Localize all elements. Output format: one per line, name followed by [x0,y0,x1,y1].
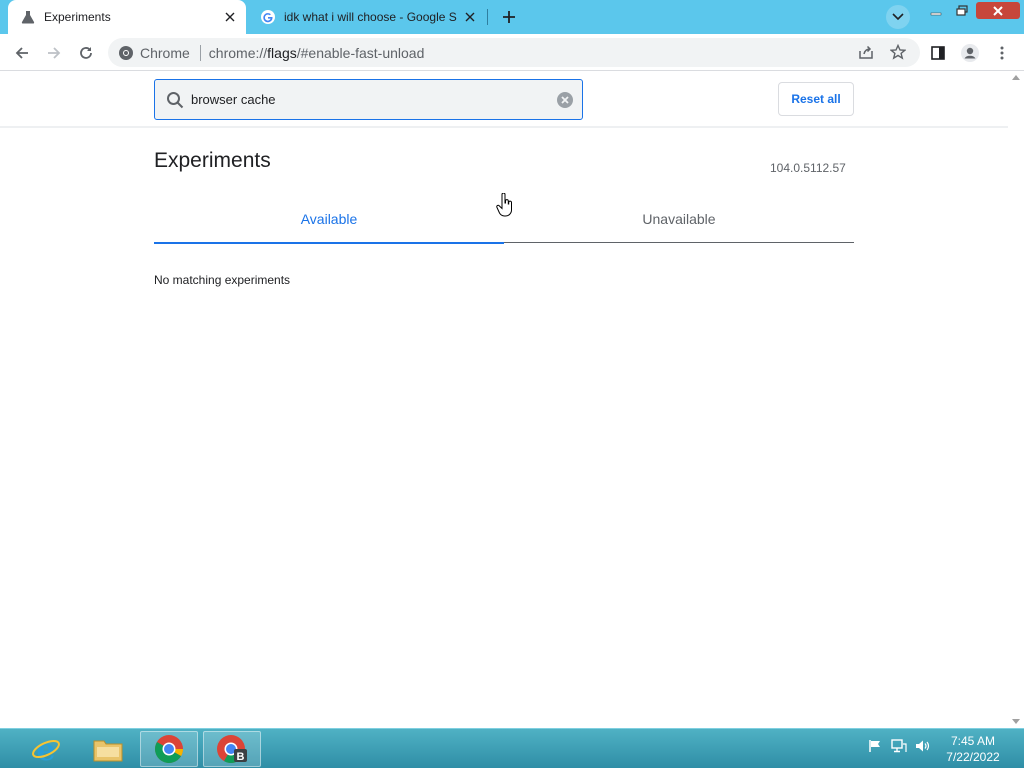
tab-label: Unavailable [642,210,716,227]
tab-title: idk what i will choose - Google S [284,10,457,24]
system-clock[interactable]: 7:45 AM 7/22/2022 [942,733,1004,765]
site-chip[interactable]: Chrome [108,45,190,61]
flags-header: Reset all [0,71,1008,128]
hand-cursor-icon [496,193,512,217]
url-text[interactable]: chrome://flags/#enable-fast-unload [209,45,425,61]
vertical-scrollbar[interactable] [1008,71,1024,728]
address-bar[interactable]: Chrome chrome://flags/#enable-fast-unloa… [108,38,920,67]
clock-date: 7/22/2022 [946,750,1000,764]
avatar-icon [961,44,979,62]
clear-search-icon[interactable] [556,91,574,109]
version-label: 104.0.5112.57 [770,161,846,175]
profile-button[interactable] [956,39,984,67]
close-window-button[interactable] [976,2,1020,19]
chrome-icon [155,735,183,763]
taskbar-chrome[interactable] [140,731,198,767]
volume-icon[interactable] [914,737,932,755]
flags-page: Reset all Experiments 104.0.5112.57 Avai… [0,71,1008,728]
tab-google-search[interactable]: idk what i will choose - Google S [252,0,486,34]
windows-taskbar: e B 7:45 AM 7/22/2022 [0,728,1024,768]
taskbar-chrome-profile[interactable]: B [203,731,261,767]
tab-label: Available [300,210,358,227]
tab-search-button[interactable] [886,5,910,29]
menu-button[interactable] [988,39,1016,67]
url-prefix: chrome:// [208,44,268,61]
google-icon [260,9,276,25]
scroll-up-arrow[interactable] [1012,75,1020,80]
flask-icon [20,9,36,25]
bookmark-button[interactable] [886,40,910,64]
close-icon [993,5,1003,16]
tab-unavailable[interactable]: Unavailable [504,195,854,242]
page-title: Experiments [154,149,271,172]
arrow-left-icon [15,47,28,59]
selected-tab-indicator [154,242,504,244]
share-button[interactable] [854,40,878,64]
star-icon [890,44,906,60]
chrome-icon [119,45,133,60]
back-button[interactable] [8,39,36,67]
reload-button[interactable] [72,39,100,67]
file-explorer-icon [93,740,123,762]
tab-available[interactable]: Available [154,195,504,244]
search-input[interactable] [191,92,551,107]
forward-button[interactable] [40,39,68,67]
tab-experiments[interactable]: Experiments [8,0,246,34]
internet-explorer-icon: e [32,733,60,765]
taskbar-internet-explorer[interactable]: e [17,731,75,767]
url-host: flags [267,44,297,61]
side-panel-button[interactable] [924,39,952,67]
more-vert-icon [1000,46,1004,60]
tab-title: Experiments [44,10,111,24]
plus-icon [503,11,515,23]
network-icon[interactable] [890,737,908,755]
minimize-button[interactable] [926,2,946,19]
side-panel-icon [931,46,945,60]
close-icon[interactable] [460,7,480,27]
action-center-flag-icon[interactable] [866,737,884,755]
new-tab-button[interactable] [497,5,521,29]
restore-button[interactable] [951,2,973,19]
close-icon[interactable] [220,7,240,27]
chevron-down-icon [892,13,904,21]
share-icon [859,45,873,59]
taskbar-file-explorer[interactable] [79,731,137,767]
reload-icon [80,47,92,59]
minimize-icon [930,12,942,15]
chrome-profile-b-icon: B [217,735,247,763]
address-divider [199,44,201,61]
arrow-right-icon [48,47,61,59]
url-path: /#enable-fast-unload [296,44,425,61]
empty-results-message: No matching experiments [154,273,291,287]
reset-all-button[interactable]: Reset all [778,82,854,116]
search-icon [165,90,185,110]
search-box[interactable] [154,79,583,120]
svg-text:B: B [237,751,245,763]
tab-strip: Experiments idk what i will choose - Goo… [0,0,1024,34]
svg-text:e: e [36,733,55,765]
restore-icon [956,4,968,16]
clock-time: 7:45 AM [950,734,996,748]
tab-separator [487,9,488,25]
scroll-down-arrow[interactable] [1012,719,1020,724]
site-label: Chrome [140,44,190,61]
browser-toolbar: Chrome chrome://flags/#enable-fast-unloa… [0,34,1024,71]
